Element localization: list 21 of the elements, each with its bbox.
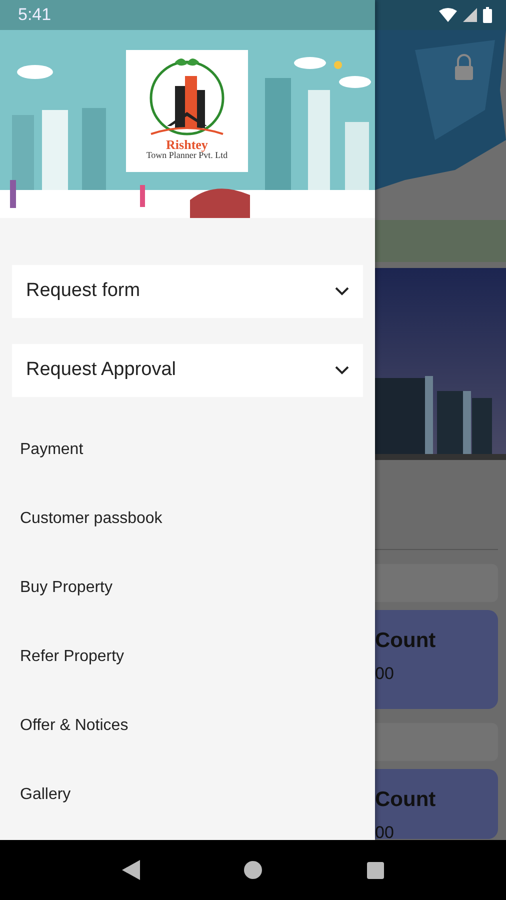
chevron-down-icon [335,287,349,296]
card-value: 00 [375,824,395,841]
expandable-section[interactable]: Request form [12,265,363,318]
menu-item[interactable]: Gallery [0,760,375,829]
menu-item[interactable]: Customer passbook [0,484,375,553]
home-icon[interactable] [244,861,262,879]
card-title: Count [375,789,437,810]
wifi-icon [439,8,457,22]
card-title: Count [375,630,437,651]
menu-item[interactable]: Offer & Notices [0,691,375,760]
menu-item[interactable]: Refer Property [0,622,375,691]
recents-icon[interactable] [366,862,384,878]
chevron-down-icon [335,366,349,375]
signal-icon [463,8,477,22]
back-icon[interactable] [122,860,140,880]
status-time: 5:41 [18,4,52,26]
menu-item[interactable]: Buy Property [0,553,375,622]
menu-item[interactable]: Payment [0,415,375,484]
card-value: 00 [375,665,395,682]
battery-icon [483,7,492,23]
expandable-section[interactable]: Request Approval [12,344,363,397]
